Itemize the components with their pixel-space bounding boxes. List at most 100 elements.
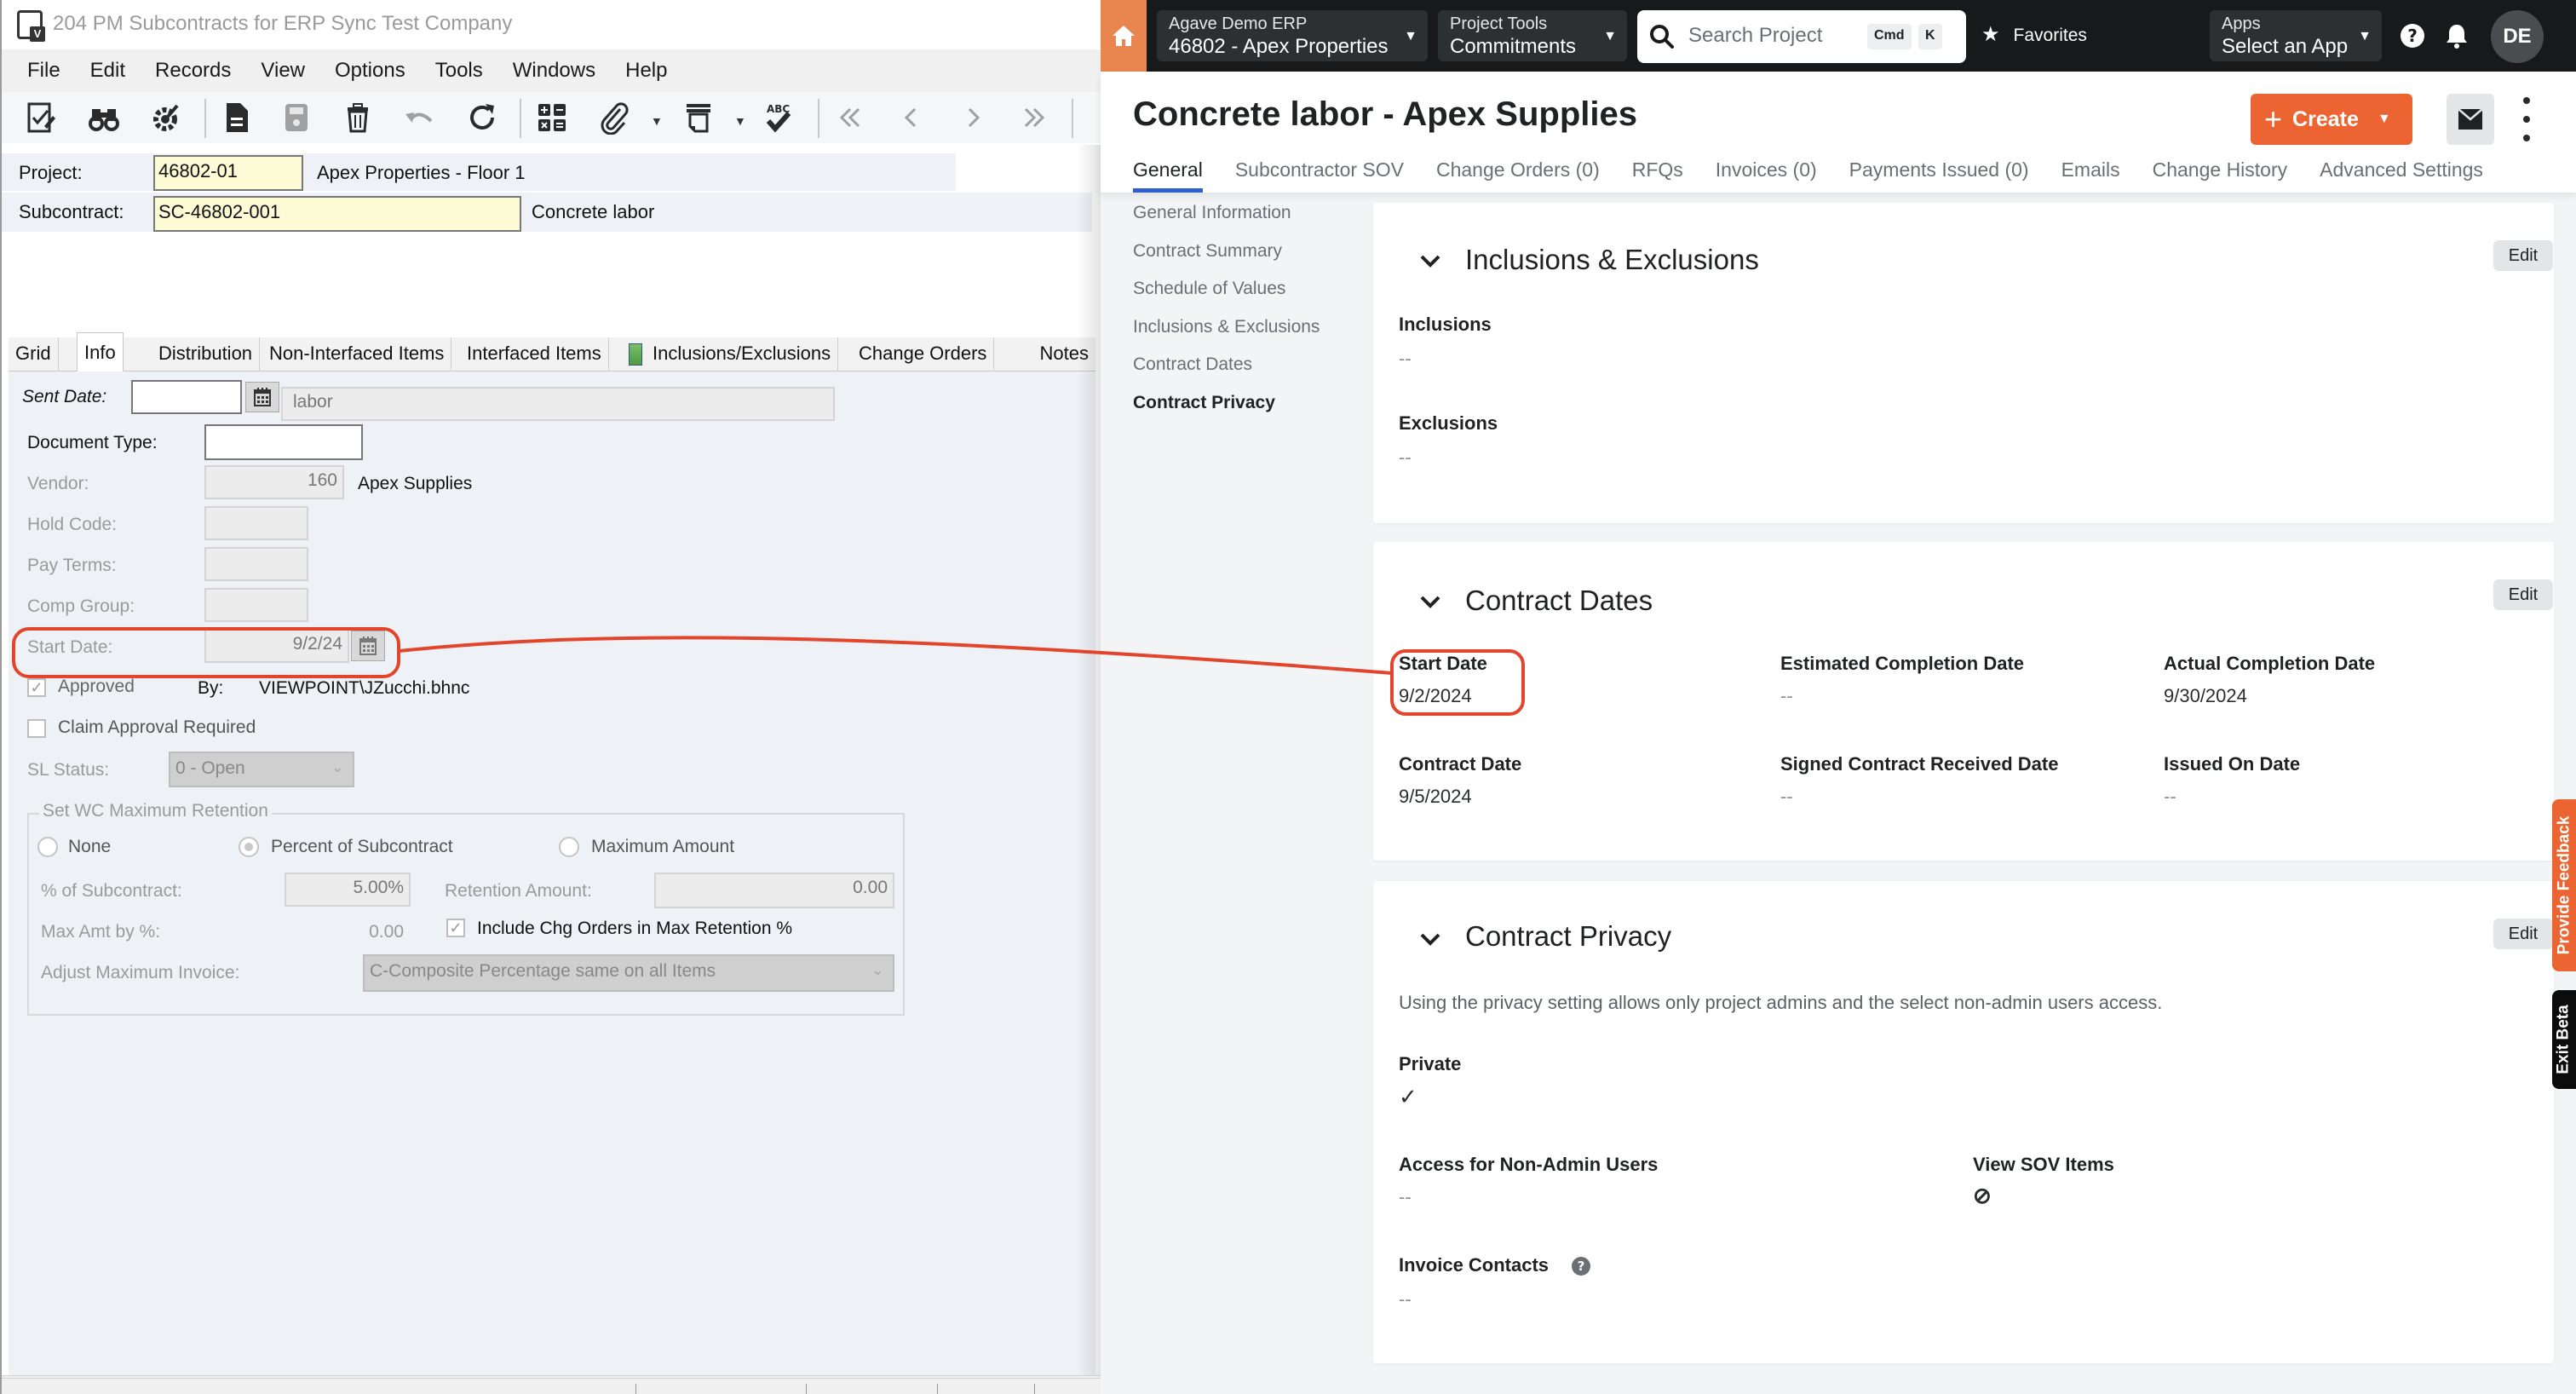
- last-record-icon[interactable]: [1015, 99, 1053, 136]
- start-date-calendar-icon[interactable]: [351, 631, 385, 661]
- sidebar-item-general-information[interactable]: General Information: [1133, 203, 1371, 241]
- sl-status-select[interactable]: 0 - Open ⌄: [169, 752, 354, 787]
- chevron-down-icon: ⌄: [331, 758, 344, 775]
- edit-contract-privacy-button[interactable]: Edit: [2493, 919, 2553, 949]
- sidebar-item-contract-summary[interactable]: Contract Summary: [1133, 241, 1371, 279]
- caret-down-icon: ▼: [2358, 29, 2372, 43]
- tab-info[interactable]: Info: [77, 332, 124, 373]
- sent-date-input[interactable]: [131, 380, 242, 414]
- include-chg-orders-checkbox[interactable]: ✓: [446, 919, 465, 937]
- tab-rfqs[interactable]: RFQs: [1632, 155, 1683, 193]
- home-button[interactable]: [1101, 0, 1147, 72]
- menu-edit[interactable]: Edit: [90, 59, 125, 83]
- current-tool: Commitments: [1450, 35, 1577, 58]
- project-selector[interactable]: Agave Demo ERP 46802 - Apex Properties ▼: [1157, 10, 1428, 61]
- adjust-max-invoice-value: C-Composite Percentage same on all Items: [370, 961, 716, 981]
- print-dropdown-arrow[interactable]: ▼: [734, 114, 746, 128]
- settings-wrench-icon[interactable]: [147, 99, 184, 136]
- chevron-down-icon[interactable]: [1419, 930, 1441, 948]
- approved-checkbox[interactable]: ✓: [27, 678, 46, 697]
- tab-change-orders[interactable]: Change Orders: [852, 337, 995, 372]
- edit-inclusions-button[interactable]: Edit: [2493, 240, 2553, 271]
- sidebar-item-inclusions-exclusions[interactable]: Inclusions & Exclusions: [1133, 317, 1371, 355]
- first-record-icon[interactable]: [831, 99, 869, 136]
- adjust-max-invoice-select[interactable]: C-Composite Percentage same on all Items…: [363, 954, 894, 992]
- project-tools-selector[interactable]: Project Tools Commitments ▼: [1438, 10, 1627, 61]
- chevron-down-icon[interactable]: [1419, 252, 1441, 269]
- notifications-bell-icon[interactable]: [2443, 22, 2470, 49]
- tab-subcontractor-sov[interactable]: Subcontractor SOV: [1235, 155, 1404, 193]
- subcontract-input[interactable]: SC-46802-001: [153, 196, 521, 232]
- tab-interfaced-items[interactable]: Interfaced Items: [460, 337, 609, 372]
- calculator-icon[interactable]: [533, 99, 571, 136]
- start-date-input[interactable]: 9/2/24: [204, 629, 349, 663]
- menu-tools[interactable]: Tools: [435, 59, 483, 83]
- tab-emails[interactable]: Emails: [2061, 155, 2120, 193]
- tab-change-history[interactable]: Change History: [2153, 155, 2288, 193]
- sidebar-item-contract-dates[interactable]: Contract Dates: [1133, 354, 1371, 393]
- sidebar-item-schedule-of-values[interactable]: Schedule of Values: [1133, 279, 1371, 317]
- apps-selector[interactable]: Apps Select an App ▼: [2210, 10, 2382, 61]
- pct-of-subcontract-input[interactable]: 5.00%: [285, 873, 411, 907]
- more-options-icon[interactable]: [2521, 97, 2532, 141]
- menu-view[interactable]: View: [261, 59, 305, 83]
- menu-windows[interactable]: Windows: [513, 59, 595, 83]
- sidebar-item-contract-privacy[interactable]: Contract Privacy: [1133, 393, 1371, 431]
- provide-feedback-tab[interactable]: Provide Feedback: [2552, 799, 2576, 971]
- tab-inclusions-exclusions[interactable]: Inclusions/Exclusions: [622, 337, 839, 372]
- next-record-icon[interactable]: [954, 99, 992, 136]
- tab-general[interactable]: General: [1133, 155, 1203, 193]
- chevron-down-icon[interactable]: [1419, 593, 1441, 610]
- description-field[interactable]: labor: [281, 387, 835, 421]
- menu-options[interactable]: Options: [335, 59, 405, 83]
- tab-payments-issued[interactable]: Payments Issued (0): [1849, 155, 2029, 193]
- radio-none-label: None: [68, 837, 112, 856]
- search-project-input[interactable]: Search Project Cmd K: [1637, 10, 1966, 63]
- tab-change-orders[interactable]: Change Orders (0): [1436, 155, 1600, 193]
- tab-notes[interactable]: Notes: [1002, 337, 1095, 372]
- checklist-edit-icon[interactable]: [22, 99, 60, 136]
- comp-group-input[interactable]: [204, 588, 308, 622]
- binoculars-icon[interactable]: [85, 99, 123, 136]
- user-avatar[interactable]: DE: [2491, 10, 2544, 63]
- email-button[interactable]: [2447, 94, 2494, 145]
- edit-contract-dates-button[interactable]: Edit: [2493, 579, 2553, 610]
- favorites-button[interactable]: ★ Favorites: [1981, 22, 2087, 47]
- spell-check-icon[interactable]: ABC: [760, 99, 797, 136]
- print-icon[interactable]: [680, 99, 717, 136]
- save-icon[interactable]: [278, 99, 315, 136]
- project-input[interactable]: 46802-01: [153, 155, 303, 191]
- radio-none[interactable]: [37, 837, 58, 857]
- menu-file[interactable]: File: [27, 59, 60, 83]
- help-tooltip-icon[interactable]: ?: [1571, 1256, 1591, 1276]
- tab-grid[interactable]: Grid: [9, 337, 59, 372]
- attachment-paperclip-icon[interactable]: [595, 99, 632, 136]
- tab-advanced-settings[interactable]: Advanced Settings: [2320, 155, 2483, 193]
- retention-amount-input[interactable]: 0.00: [654, 873, 894, 908]
- create-button[interactable]: + Create ▼: [2251, 94, 2412, 145]
- attachment-dropdown-arrow[interactable]: ▼: [651, 114, 663, 128]
- pay-terms-input[interactable]: [204, 547, 308, 581]
- help-icon[interactable]: ?: [2399, 22, 2426, 49]
- vendor-input[interactable]: 160: [204, 465, 344, 499]
- radio-maximum-amount[interactable]: [559, 837, 579, 857]
- tab-distribution[interactable]: Distribution: [152, 337, 261, 372]
- hold-code-input[interactable]: [204, 506, 308, 540]
- tab-invoices[interactable]: Invoices (0): [1716, 155, 1817, 193]
- sent-date-calendar-icon[interactable]: [245, 382, 279, 412]
- document-type-input[interactable]: [204, 424, 363, 460]
- previous-record-icon[interactable]: [893, 99, 930, 136]
- radio-percent-of-subcontract[interactable]: [239, 837, 259, 857]
- tab-non-interfaced-items[interactable]: Non-Interfaced Items: [262, 337, 452, 372]
- undo-icon[interactable]: [400, 99, 438, 136]
- menu-records[interactable]: Records: [155, 59, 231, 83]
- delete-trash-icon[interactable]: [339, 99, 377, 136]
- new-document-icon[interactable]: [218, 99, 256, 136]
- wc-retention-group: Set WC Maximum Retention None Percent of…: [27, 801, 905, 1016]
- exit-beta-tab[interactable]: Exit Beta: [2552, 990, 2576, 1089]
- menu-help[interactable]: Help: [625, 59, 667, 83]
- claim-approval-checkbox[interactable]: [27, 719, 46, 738]
- signed-contract-received-date-value: --: [1780, 786, 1793, 807]
- erp-window-title: 204 PM Subcontracts for ERP Sync Test Co…: [53, 12, 513, 35]
- refresh-icon[interactable]: [463, 99, 501, 136]
